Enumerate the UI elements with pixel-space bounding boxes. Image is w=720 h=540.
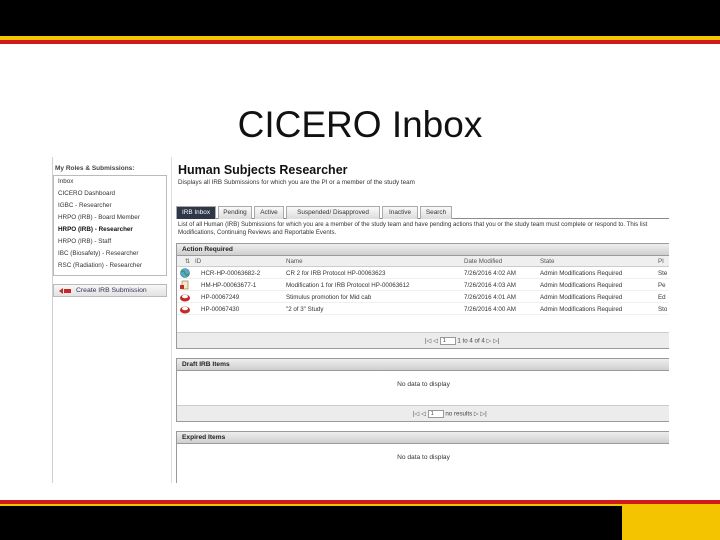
row-id[interactable]: HP-00067249 — [201, 294, 239, 301]
expired-items-panel: Expired Items No data to display — [176, 431, 669, 483]
table-row[interactable]: HP-00067430 "2 of 3" Study 7/26/2016 4:0… — [177, 303, 669, 315]
row-id[interactable]: HP-00067430 — [201, 306, 239, 313]
row-name[interactable]: CR 2 for IRB Protocol HP-00063623 — [286, 270, 385, 277]
draft-irb-items-panel: Draft IRB Items No data to display |◁ ◁ … — [176, 358, 669, 422]
sidebar-item-hrpo-board-member[interactable]: HRPO (IRB) - Board Member — [54, 212, 166, 224]
document-icon — [180, 280, 189, 290]
draft-empty-message: No data to display — [397, 381, 450, 388]
first-page-icon[interactable]: |◁ — [413, 411, 419, 418]
sidebar-item-cicero-dashboard[interactable]: CICERO Dashboard — [54, 188, 166, 200]
slide-bottom-bar — [0, 500, 720, 540]
row-state: Admin Modifications Required — [540, 306, 623, 313]
create-irb-submission-label: Create IRB Submission — [76, 287, 147, 294]
column-id[interactable]: ID — [195, 258, 201, 265]
globe-icon — [180, 268, 190, 278]
sidebar-item-hrpo-staff[interactable]: HRPO (IRB) - Staff — [54, 236, 166, 248]
row-pi: Ed — [658, 294, 666, 301]
row-id[interactable]: HCR-HP-00063682-2 — [201, 270, 260, 277]
tab-active[interactable]: Active — [254, 206, 284, 219]
cicero-screenshot: My Roles & Submissions: Inbox CICERO Das… — [52, 157, 669, 483]
row-pi: Sto — [658, 306, 668, 313]
tab-pending[interactable]: Pending — [218, 206, 252, 219]
first-page-icon[interactable]: |◁ — [425, 338, 431, 345]
expired-items-heading: Expired Items — [177, 432, 669, 444]
previous-page-icon[interactable]: ◁ — [433, 338, 438, 345]
tab-search[interactable]: Search — [420, 206, 452, 219]
row-date: 7/26/2016 4:01 AM — [464, 294, 516, 301]
action-required-panel: Action Required ⇅ ID Name Date Modified … — [176, 243, 669, 349]
row-name[interactable]: Modification 1 for IRB Protocol HP-00063… — [286, 282, 409, 289]
sidebar-roles-list: Inbox CICERO Dashboard IGBC - Researcher… — [53, 175, 167, 276]
last-page-icon[interactable]: ▷| — [493, 338, 499, 345]
draft-items-pager: |◁ ◁ 1 no results ▷ ▷| — [177, 405, 669, 421]
create-submission-icon — [59, 288, 71, 294]
row-name[interactable]: Stimulus promotion for Mid cab — [286, 294, 371, 301]
row-name[interactable]: "2 of 3" Study — [286, 306, 323, 313]
row-date: 7/26/2016 4:00 AM — [464, 306, 516, 313]
bottom-yellow-stripe — [0, 504, 622, 506]
sidebar-item-hrpo-researcher[interactable]: HRPO (IRB) - Researcher — [54, 224, 166, 236]
row-date: 7/26/2016 4:02 AM — [464, 270, 516, 277]
slide-top-bar — [0, 0, 720, 44]
sidebar-item-ibc-researcher[interactable]: IBC (Biosafety) - Researcher — [54, 248, 166, 260]
page-number-input[interactable]: 1 — [439, 337, 456, 345]
create-irb-submission-button[interactable]: Create IRB Submission — [53, 284, 167, 297]
table-row[interactable]: HP-00067249 Stimulus promotion for Mid c… — [177, 291, 669, 303]
action-required-pager: |◁ ◁ 1 1 to 4 of 4 ▷ ▷| — [177, 332, 669, 348]
tab-description-line-2: Modifications, Continuing Reviews and Re… — [178, 229, 337, 236]
sidebar: My Roles & Submissions: Inbox CICERO Das… — [53, 157, 169, 483]
pager-summary: 1 to 4 of 4 — [457, 337, 485, 345]
sidebar-item-igbc-researcher[interactable]: IGBC - Researcher — [54, 200, 166, 212]
row-state: Admin Modifications Required — [540, 282, 623, 289]
column-date-modified[interactable]: Date Modified — [464, 258, 502, 265]
tab-irb-inbox[interactable]: IRB Inbox — [176, 206, 216, 219]
tab-inactive[interactable]: Inactive — [382, 206, 418, 219]
draft-irb-items-heading: Draft IRB Items — [177, 359, 669, 371]
submission-icon — [180, 306, 190, 314]
tab-bar: IRB Inbox Pending Active Suspended/ Disa… — [176, 206, 669, 219]
action-required-heading: Action Required — [177, 244, 669, 256]
previous-page-icon[interactable]: ◁ — [421, 411, 426, 418]
top-red-stripe — [0, 40, 720, 44]
next-page-icon[interactable]: ▷ — [474, 411, 479, 418]
row-pi: Pe — [658, 282, 666, 289]
row-id[interactable]: HM-HP-00063677-1 — [201, 282, 256, 289]
page-number-input[interactable]: 1 — [427, 410, 444, 418]
column-pi[interactable]: PI — [658, 258, 664, 265]
pager-summary: no results — [445, 410, 473, 418]
table-row[interactable]: HCR-HP-00063682-2 CR 2 for IRB Protocol … — [177, 267, 669, 279]
action-required-column-headers: ⇅ ID Name Date Modified State PI — [177, 256, 669, 267]
row-date: 7/26/2016 4:03 AM — [464, 282, 516, 289]
last-page-icon[interactable]: ▷| — [480, 411, 486, 418]
next-page-icon[interactable]: ▷ — [487, 338, 492, 345]
sort-icon: ⇅ — [185, 258, 191, 265]
sidebar-item-rsc-researcher[interactable]: RSC (Radiation) - Researcher — [54, 260, 166, 272]
main-content: Human Subjects Researcher Displays all I… — [171, 157, 669, 483]
sidebar-heading: My Roles & Submissions: — [55, 165, 135, 172]
table-row[interactable]: HM-HP-00063677-1 Modification 1 for IRB … — [177, 279, 669, 291]
sidebar-item-inbox[interactable]: Inbox — [54, 176, 166, 188]
row-pi: Ste — [658, 270, 668, 277]
submission-icon — [180, 294, 190, 302]
page-title: Human Subjects Researcher — [178, 163, 348, 177]
tab-suspended-disapproved[interactable]: Suspended/ Disapproved — [286, 206, 380, 219]
column-name[interactable]: Name — [286, 258, 303, 265]
column-state[interactable]: State — [540, 258, 554, 265]
bottom-yellow-block — [622, 504, 720, 540]
slide-title: CICERO Inbox — [237, 104, 483, 145]
row-state: Admin Modifications Required — [540, 294, 623, 301]
page-description: Displays all IRB Submissions for which y… — [178, 179, 415, 186]
tab-description: List of all Human (IRB) Submissions for … — [178, 221, 669, 237]
tab-description-line-1: List of all Human (IRB) Submissions for … — [178, 221, 648, 228]
expired-empty-message: No data to display — [397, 454, 450, 461]
row-state: Admin Modifications Required — [540, 270, 623, 277]
